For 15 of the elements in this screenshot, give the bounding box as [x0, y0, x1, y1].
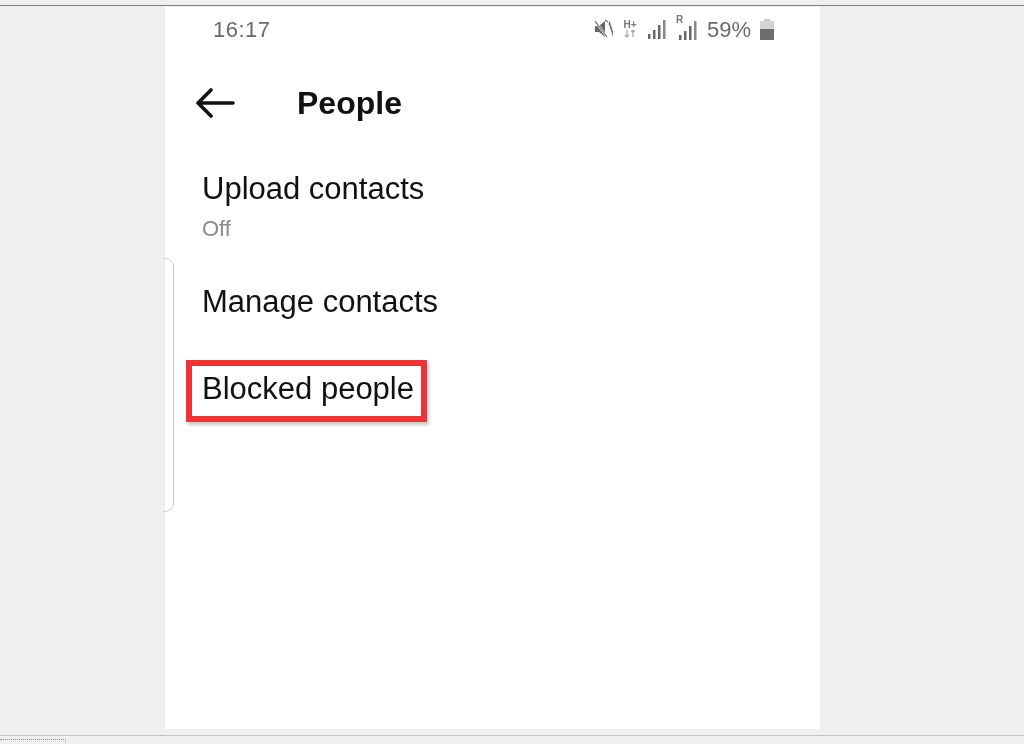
muted-speaker-icon [593, 19, 613, 39]
network-type-label: H+ [623, 20, 637, 30]
page-title: People [297, 83, 402, 123]
setting-label[interactable]: Manage contacts [202, 283, 439, 320]
signal-icon [646, 19, 667, 39]
data-arrows-icon [623, 30, 636, 38]
back-button[interactable] [195, 88, 235, 118]
back-arrow-icon [195, 88, 235, 118]
battery-percentage: 59% [706, 15, 751, 44]
roaming-label: R [675, 15, 684, 25]
setting-label[interactable]: Upload contacts [202, 170, 425, 207]
status-time: 16:17 [213, 15, 271, 44]
setting-value: Off [202, 215, 231, 243]
setting-label[interactable]: Blocked people [202, 370, 414, 407]
battery-icon [760, 18, 774, 40]
